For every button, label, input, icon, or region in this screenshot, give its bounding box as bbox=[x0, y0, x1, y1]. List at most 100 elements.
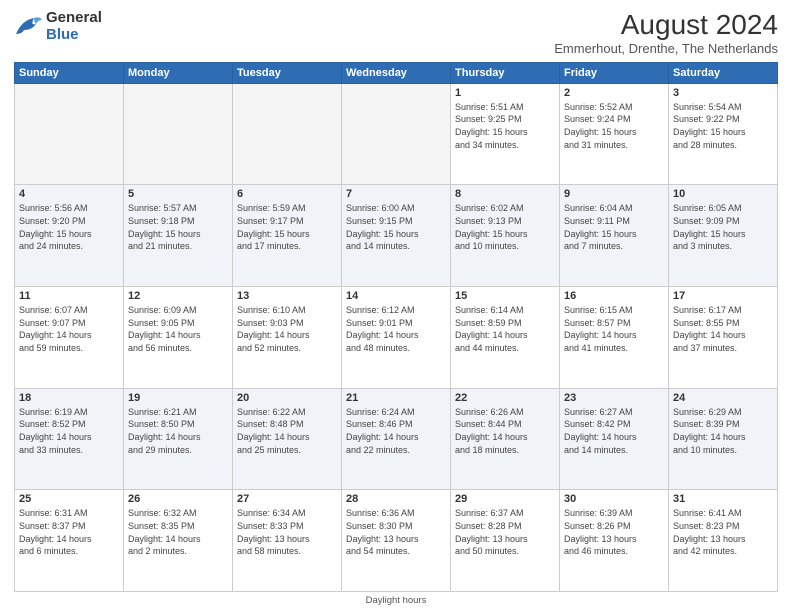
day-info: Sunrise: 5:52 AM Sunset: 9:24 PM Dayligh… bbox=[564, 101, 664, 151]
logo-text: General Blue bbox=[46, 10, 102, 43]
table-row: 2 Sunrise: 5:52 AM Sunset: 9:24 PM Daylig… bbox=[560, 83, 669, 185]
day-info: Sunrise: 6:41 AM Sunset: 8:23 PM Dayligh… bbox=[673, 507, 773, 557]
day-info: Sunrise: 6:29 AM Sunset: 8:39 PM Dayligh… bbox=[673, 406, 773, 456]
logo: General Blue bbox=[14, 10, 102, 43]
day-number: 6 bbox=[237, 188, 337, 200]
day-number: 17 bbox=[673, 290, 773, 302]
table-row: 19 Sunrise: 6:21 AM Sunset: 8:50 PM Dayli… bbox=[124, 388, 233, 490]
day-number: 21 bbox=[346, 392, 446, 404]
table-row: 3 Sunrise: 5:54 AM Sunset: 9:22 PM Daylig… bbox=[669, 83, 778, 185]
day-number: 15 bbox=[455, 290, 555, 302]
day-number: 27 bbox=[237, 493, 337, 505]
day-info: Sunrise: 5:51 AM Sunset: 9:25 PM Dayligh… bbox=[455, 101, 555, 151]
table-row: 9Sunrise: 6:04 AM Sunset: 9:11 PM Daylig… bbox=[560, 185, 669, 287]
col-tuesday: Tuesday bbox=[233, 62, 342, 83]
table-row: 26 Sunrise: 6:32 AM Sunset: 8:35 PM Dayli… bbox=[124, 490, 233, 592]
table-row: 11 Sunrise: 6:07 AM Sunset: 9:07 PM Dayli… bbox=[15, 287, 124, 389]
col-saturday: Saturday bbox=[669, 62, 778, 83]
table-row: 23Sunrise: 6:27 AM Sunset: 8:42 PM Dayli… bbox=[560, 388, 669, 490]
day-info: Sunrise: 6:39 AM Sunset: 8:26 PM Dayligh… bbox=[564, 507, 664, 557]
table-row: 24Sunrise: 6:29 AM Sunset: 8:39 PM Dayli… bbox=[669, 388, 778, 490]
day-info: Sunrise: 6:24 AM Sunset: 8:46 PM Dayligh… bbox=[346, 406, 446, 456]
day-info: Sunrise: 5:57 AM Sunset: 9:18 PM Dayligh… bbox=[128, 202, 228, 252]
footer-note: Daylight hours bbox=[14, 595, 778, 606]
col-monday: Monday bbox=[124, 62, 233, 83]
table-row: 14 Sunrise: 6:12 AM Sunset: 9:01 PM Dayli… bbox=[342, 287, 451, 389]
day-number: 11 bbox=[19, 290, 119, 302]
day-number: 26 bbox=[128, 493, 228, 505]
calendar-week-row: 11 Sunrise: 6:07 AM Sunset: 9:07 PM Dayli… bbox=[15, 287, 778, 389]
day-number: 16 bbox=[564, 290, 664, 302]
day-number: 22 bbox=[455, 392, 555, 404]
table-row: 6Sunrise: 5:59 AM Sunset: 9:17 PM Daylig… bbox=[233, 185, 342, 287]
day-number: 8 bbox=[455, 188, 555, 200]
month-year: August 2024 bbox=[554, 10, 778, 41]
page: General Blue August 2024 Emmerhout, Dren… bbox=[0, 0, 792, 612]
day-info: Sunrise: 6:15 AM Sunset: 8:57 PM Dayligh… bbox=[564, 304, 664, 354]
day-info: Sunrise: 6:37 AM Sunset: 8:28 PM Dayligh… bbox=[455, 507, 555, 557]
day-info: Sunrise: 6:36 AM Sunset: 8:30 PM Dayligh… bbox=[346, 507, 446, 557]
table-row: 15 Sunrise: 6:14 AM Sunset: 8:59 PM Dayli… bbox=[451, 287, 560, 389]
table-row: 28Sunrise: 6:36 AM Sunset: 8:30 PM Dayli… bbox=[342, 490, 451, 592]
day-number: 13 bbox=[237, 290, 337, 302]
table-row: 29Sunrise: 6:37 AM Sunset: 8:28 PM Dayli… bbox=[451, 490, 560, 592]
day-info: Sunrise: 6:05 AM Sunset: 9:09 PM Dayligh… bbox=[673, 202, 773, 252]
day-number: 3 bbox=[673, 87, 773, 99]
day-info: Sunrise: 6:17 AM Sunset: 8:55 PM Dayligh… bbox=[673, 304, 773, 354]
day-info: Sunrise: 6:09 AM Sunset: 9:05 PM Dayligh… bbox=[128, 304, 228, 354]
day-info: Sunrise: 6:27 AM Sunset: 8:42 PM Dayligh… bbox=[564, 406, 664, 456]
day-info: Sunrise: 6:14 AM Sunset: 8:59 PM Dayligh… bbox=[455, 304, 555, 354]
day-info: Sunrise: 6:34 AM Sunset: 8:33 PM Dayligh… bbox=[237, 507, 337, 557]
table-row: 17 Sunrise: 6:17 AM Sunset: 8:55 PM Dayli… bbox=[669, 287, 778, 389]
day-info: Sunrise: 6:21 AM Sunset: 8:50 PM Dayligh… bbox=[128, 406, 228, 456]
table-row: 16 Sunrise: 6:15 AM Sunset: 8:57 PM Dayli… bbox=[560, 287, 669, 389]
day-number: 7 bbox=[346, 188, 446, 200]
day-number: 14 bbox=[346, 290, 446, 302]
day-info: Sunrise: 6:10 AM Sunset: 9:03 PM Dayligh… bbox=[237, 304, 337, 354]
header: General Blue August 2024 Emmerhout, Dren… bbox=[14, 10, 778, 56]
table-row: 20 Sunrise: 6:22 AM Sunset: 8:48 PM Dayli… bbox=[233, 388, 342, 490]
calendar-week-row: 1 Sunrise: 5:51 AM Sunset: 9:25 PM Daylig… bbox=[15, 83, 778, 185]
day-number: 30 bbox=[564, 493, 664, 505]
day-number: 4 bbox=[19, 188, 119, 200]
day-info: Sunrise: 6:02 AM Sunset: 9:13 PM Dayligh… bbox=[455, 202, 555, 252]
day-info: Sunrise: 6:07 AM Sunset: 9:07 PM Dayligh… bbox=[19, 304, 119, 354]
footer-text: Daylight hours bbox=[366, 595, 427, 606]
day-info: Sunrise: 6:12 AM Sunset: 9:01 PM Dayligh… bbox=[346, 304, 446, 354]
calendar-week-row: 4 Sunrise: 5:56 AM Sunset: 9:20 PM Daylig… bbox=[15, 185, 778, 287]
day-info: Sunrise: 5:56 AM Sunset: 9:20 PM Dayligh… bbox=[19, 202, 119, 252]
col-thursday: Thursday bbox=[451, 62, 560, 83]
day-info: Sunrise: 5:54 AM Sunset: 9:22 PM Dayligh… bbox=[673, 101, 773, 151]
day-number: 12 bbox=[128, 290, 228, 302]
table-row: 7Sunrise: 6:00 AM Sunset: 9:15 PM Daylig… bbox=[342, 185, 451, 287]
day-number: 9 bbox=[564, 188, 664, 200]
table-row: 1 Sunrise: 5:51 AM Sunset: 9:25 PM Daylig… bbox=[451, 83, 560, 185]
day-number: 18 bbox=[19, 392, 119, 404]
table-row: 30 Sunrise: 6:39 AM Sunset: 8:26 PM Dayli… bbox=[560, 490, 669, 592]
day-number: 1 bbox=[455, 87, 555, 99]
day-info: Sunrise: 6:22 AM Sunset: 8:48 PM Dayligh… bbox=[237, 406, 337, 456]
day-number: 19 bbox=[128, 392, 228, 404]
day-number: 10 bbox=[673, 188, 773, 200]
calendar-week-row: 18Sunrise: 6:19 AM Sunset: 8:52 PM Dayli… bbox=[15, 388, 778, 490]
calendar-week-row: 25Sunrise: 6:31 AM Sunset: 8:37 PM Dayli… bbox=[15, 490, 778, 592]
table-row: 10 Sunrise: 6:05 AM Sunset: 9:09 PM Dayli… bbox=[669, 185, 778, 287]
table-row: 4 Sunrise: 5:56 AM Sunset: 9:20 PM Daylig… bbox=[15, 185, 124, 287]
day-info: Sunrise: 6:31 AM Sunset: 8:37 PM Dayligh… bbox=[19, 507, 119, 557]
calendar-table: Sunday Monday Tuesday Wednesday Thursday… bbox=[14, 62, 778, 592]
col-friday: Friday bbox=[560, 62, 669, 83]
day-number: 20 bbox=[237, 392, 337, 404]
table-row bbox=[233, 83, 342, 185]
col-wednesday: Wednesday bbox=[342, 62, 451, 83]
day-number: 2 bbox=[564, 87, 664, 99]
table-row: 5 Sunrise: 5:57 AM Sunset: 9:18 PM Daylig… bbox=[124, 185, 233, 287]
table-row: 22 Sunrise: 6:26 AM Sunset: 8:44 PM Dayli… bbox=[451, 388, 560, 490]
day-number: 5 bbox=[128, 188, 228, 200]
title-block: August 2024 Emmerhout, Drenthe, The Neth… bbox=[554, 10, 778, 56]
day-info: Sunrise: 6:32 AM Sunset: 8:35 PM Dayligh… bbox=[128, 507, 228, 557]
table-row: 31 Sunrise: 6:41 AM Sunset: 8:23 PM Dayli… bbox=[669, 490, 778, 592]
table-row: 12 Sunrise: 6:09 AM Sunset: 9:05 PM Dayli… bbox=[124, 287, 233, 389]
day-info: Sunrise: 6:26 AM Sunset: 8:44 PM Dayligh… bbox=[455, 406, 555, 456]
day-number: 31 bbox=[673, 493, 773, 505]
location: Emmerhout, Drenthe, The Netherlands bbox=[554, 41, 778, 56]
